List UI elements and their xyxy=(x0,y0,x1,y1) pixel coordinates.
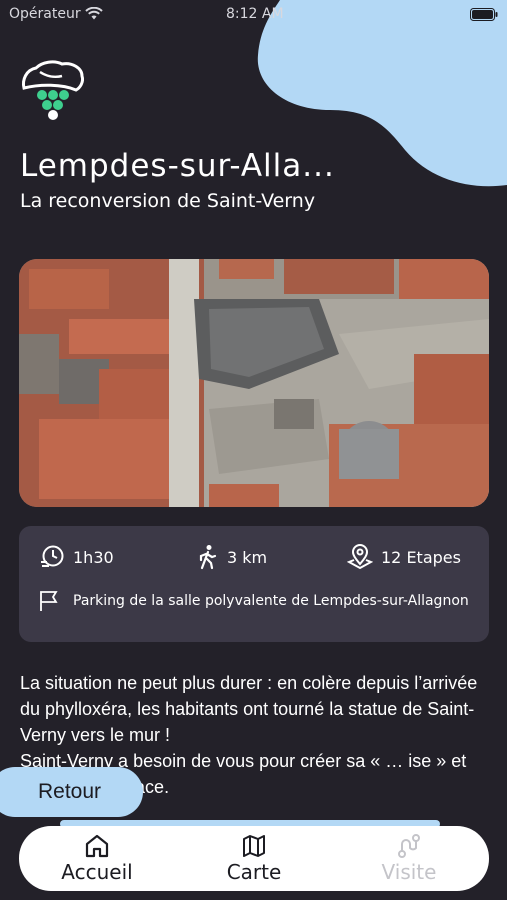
nav-visit[interactable]: Visite xyxy=(354,833,464,884)
carrier: Opérateur xyxy=(9,6,103,22)
clock: 8:12 AM xyxy=(226,6,284,22)
bottom-navbar: Accueil Carte Visite xyxy=(19,826,489,891)
hiker-icon xyxy=(199,545,217,570)
carrier-label: Opérateur xyxy=(9,6,81,22)
map-icon xyxy=(243,835,265,857)
status-bar: Opérateur 8:12 AM xyxy=(0,0,507,28)
distance-item: 3 km xyxy=(197,544,267,570)
duration-value: 1h30 xyxy=(73,547,114,567)
aerial-village-photo xyxy=(19,259,489,507)
clock-icon xyxy=(41,545,64,567)
house-icon xyxy=(85,834,109,858)
parking-text: Parking de la salle polyvalente de Lempd… xyxy=(73,593,469,609)
back-button[interactable]: Retour xyxy=(0,767,143,817)
map-pin-icon xyxy=(347,544,373,570)
battery-icon xyxy=(470,8,498,21)
page-title: Lempdes-sur-Alla... xyxy=(20,148,335,184)
steps-value: 12 Etapes xyxy=(381,547,461,567)
steps-item: 12 Etapes xyxy=(347,544,461,570)
route-icon xyxy=(398,834,420,858)
distance-value: 3 km xyxy=(227,547,268,567)
description-paragraph-1: La situation ne peut plus durer : en col… xyxy=(20,673,478,745)
flag-icon xyxy=(40,591,58,611)
nav-map[interactable]: Carte xyxy=(199,833,309,884)
parking-item: Parking de la salle polyvalente de Lempd… xyxy=(39,590,469,612)
duration-item: 1h30 xyxy=(39,544,114,570)
wifi-icon xyxy=(84,7,103,20)
nav-home-label: Accueil xyxy=(61,860,133,884)
page-subtitle: La reconversion de Saint-Verny xyxy=(20,190,316,212)
tour-info-card: 1h30 3 km 12 Etapes Parking de la salle … xyxy=(19,526,489,642)
nav-map-label: Carte xyxy=(226,860,282,884)
nav-home[interactable]: Accueil xyxy=(42,833,152,884)
grapes-hat-logo xyxy=(22,60,84,120)
nav-visit-label: Visite xyxy=(381,860,437,884)
back-button-label: Retour xyxy=(38,780,102,803)
